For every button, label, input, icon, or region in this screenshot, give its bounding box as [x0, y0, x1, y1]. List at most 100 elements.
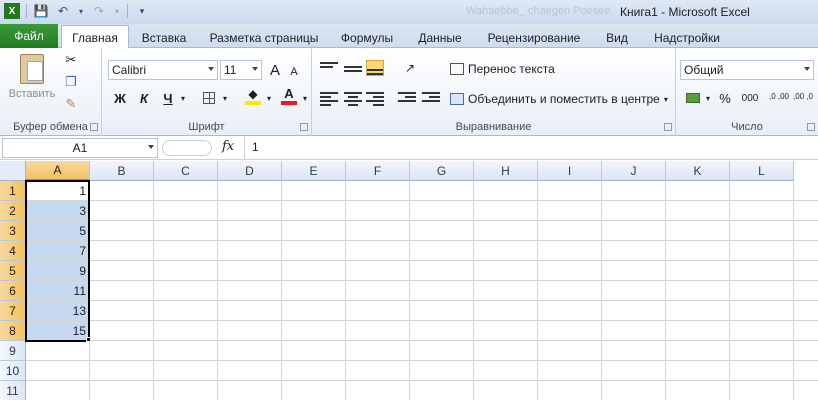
font-size-select[interactable]: 11: [220, 60, 262, 80]
font-color-button[interactable]: A: [278, 86, 300, 106]
formula-input[interactable]: 1: [252, 140, 259, 154]
redo-icon[interactable]: ↷: [91, 3, 107, 19]
excel-logo-icon[interactable]: X: [4, 3, 20, 19]
cell-a6[interactable]: 11: [26, 281, 89, 300]
merge-center-button[interactable]: Объединить и поместить в центре ▾: [450, 92, 668, 106]
tab-page-layout[interactable]: Разметка страницы: [205, 27, 323, 48]
tab-home[interactable]: Главная: [61, 25, 129, 49]
format-painter-icon[interactable]: ✎: [62, 96, 80, 112]
cell-a1[interactable]: 1: [26, 181, 89, 200]
row-header-10[interactable]: 10: [0, 361, 26, 381]
column-header-d[interactable]: D: [218, 161, 282, 181]
increase-indent-icon[interactable]: [422, 90, 440, 106]
align-bottom-icon[interactable]: [366, 60, 384, 76]
tab-file[interactable]: Файл: [0, 24, 58, 48]
shrink-font-button[interactable]: A: [286, 62, 302, 82]
fill-color-bar: [245, 101, 261, 105]
fill-color-button[interactable]: ◆: [242, 86, 264, 106]
chevron-down-icon: ▾: [663, 94, 668, 104]
row-header-1[interactable]: 1: [0, 181, 26, 201]
column-header-j[interactable]: J: [602, 161, 666, 181]
align-center-icon[interactable]: [344, 90, 362, 106]
font-color-dropdown-icon[interactable]: ▾: [300, 88, 310, 108]
orientation-icon[interactable]: ↗: [398, 58, 422, 78]
redo-dropdown-icon[interactable]: ▾: [113, 3, 121, 19]
insert-function-icon[interactable]: fx: [222, 139, 234, 154]
worksheet-grid[interactable]: A B C D E F G H I J K L 1 2 3 4 5 6 7 8 9 10 11 1 3 5 7 9 11 13 15: [0, 161, 818, 400]
row-header-8[interactable]: 8: [0, 321, 26, 341]
thousands-button[interactable]: 000: [738, 88, 762, 108]
cell-a7[interactable]: 13: [26, 301, 89, 320]
column-header-b[interactable]: B: [90, 161, 154, 181]
increase-decimal-button[interactable]: ,0 ,00: [768, 86, 790, 106]
paste-button[interactable]: Вставить: [6, 52, 58, 114]
align-left-icon[interactable]: [320, 90, 338, 106]
borders-dropdown-icon[interactable]: ▾: [220, 88, 230, 108]
percent-button[interactable]: %: [716, 88, 734, 108]
underline-button[interactable]: Ч: [158, 88, 178, 108]
font-launcher-icon[interactable]: [300, 123, 308, 131]
row-header-7[interactable]: 7: [0, 301, 26, 321]
column-gridline: [601, 181, 602, 400]
column-header-e[interactable]: E: [282, 161, 346, 181]
alignment-launcher-icon[interactable]: [664, 123, 672, 131]
number-format-select[interactable]: Общий: [680, 60, 814, 80]
column-header-f[interactable]: F: [346, 161, 410, 181]
tab-formulas[interactable]: Формулы: [336, 27, 398, 48]
wrap-text-button[interactable]: Перенос текста: [450, 62, 555, 76]
row-header-11[interactable]: 11: [0, 381, 26, 400]
row-header-5[interactable]: 5: [0, 261, 26, 281]
fill-color-dropdown-icon[interactable]: ▾: [264, 88, 274, 108]
currency-button[interactable]: [682, 88, 704, 108]
bold-button[interactable]: Ж: [110, 88, 130, 108]
select-all-button[interactable]: [0, 161, 26, 181]
currency-icon: [686, 93, 700, 103]
tab-data[interactable]: Данные: [412, 27, 468, 48]
number-launcher-icon[interactable]: [807, 123, 815, 131]
fill-handle[interactable]: [86, 337, 91, 342]
cell-a2[interactable]: 3: [26, 201, 89, 220]
decrease-decimal-button[interactable]: ,00 ,0: [792, 86, 814, 106]
undo-dropdown-icon[interactable]: ▾: [77, 3, 85, 19]
decrease-indent-icon[interactable]: [398, 90, 416, 106]
grow-font-button[interactable]: A: [266, 60, 284, 80]
column-header-h[interactable]: H: [474, 161, 538, 181]
name-box[interactable]: A1: [2, 138, 158, 158]
column-header-l[interactable]: L: [730, 161, 794, 181]
align-top-icon[interactable]: [320, 60, 338, 76]
row-header-4[interactable]: 4: [0, 241, 26, 261]
cell-a3[interactable]: 5: [26, 221, 89, 240]
font-name-select[interactable]: Calibri: [108, 60, 218, 80]
column-header-i[interactable]: I: [538, 161, 602, 181]
cell-a8[interactable]: 15: [26, 321, 89, 340]
tab-view[interactable]: Вид: [600, 27, 634, 48]
row-header-2[interactable]: 2: [0, 201, 26, 221]
borders-button[interactable]: [198, 88, 220, 108]
save-icon[interactable]: 💾: [33, 3, 49, 19]
row-header-9[interactable]: 9: [0, 341, 26, 361]
currency-dropdown-icon[interactable]: ▾: [704, 88, 712, 108]
clipboard-launcher-icon[interactable]: [90, 123, 98, 131]
customize-qat-icon[interactable]: ▾: [134, 3, 150, 19]
tab-review[interactable]: Рецензирование: [482, 27, 586, 48]
underline-dropdown-icon[interactable]: ▾: [178, 88, 188, 108]
cell-a4[interactable]: 7: [26, 241, 89, 260]
column-header-c[interactable]: C: [154, 161, 218, 181]
italic-button[interactable]: К: [134, 88, 154, 108]
column-header-k[interactable]: K: [666, 161, 730, 181]
cell-a5[interactable]: 9: [26, 261, 89, 280]
cut-icon[interactable]: ✂: [62, 52, 80, 68]
tab-insert[interactable]: Вставка: [135, 27, 193, 48]
column-header-a[interactable]: A: [26, 161, 90, 181]
row-header-6[interactable]: 6: [0, 281, 26, 301]
row-header-3[interactable]: 3: [0, 221, 26, 241]
copy-icon[interactable]: ❐: [62, 74, 80, 90]
align-right-icon[interactable]: [366, 90, 384, 106]
undo-icon[interactable]: ↶: [55, 3, 71, 19]
column-header-g[interactable]: G: [410, 161, 474, 181]
formula-bar-resize-handle[interactable]: [162, 140, 212, 156]
align-middle-icon[interactable]: [344, 60, 362, 76]
font-color-icon: A: [284, 86, 294, 101]
group-label-font: Шрифт: [188, 121, 225, 133]
tab-addins[interactable]: Надстройки: [648, 27, 726, 48]
